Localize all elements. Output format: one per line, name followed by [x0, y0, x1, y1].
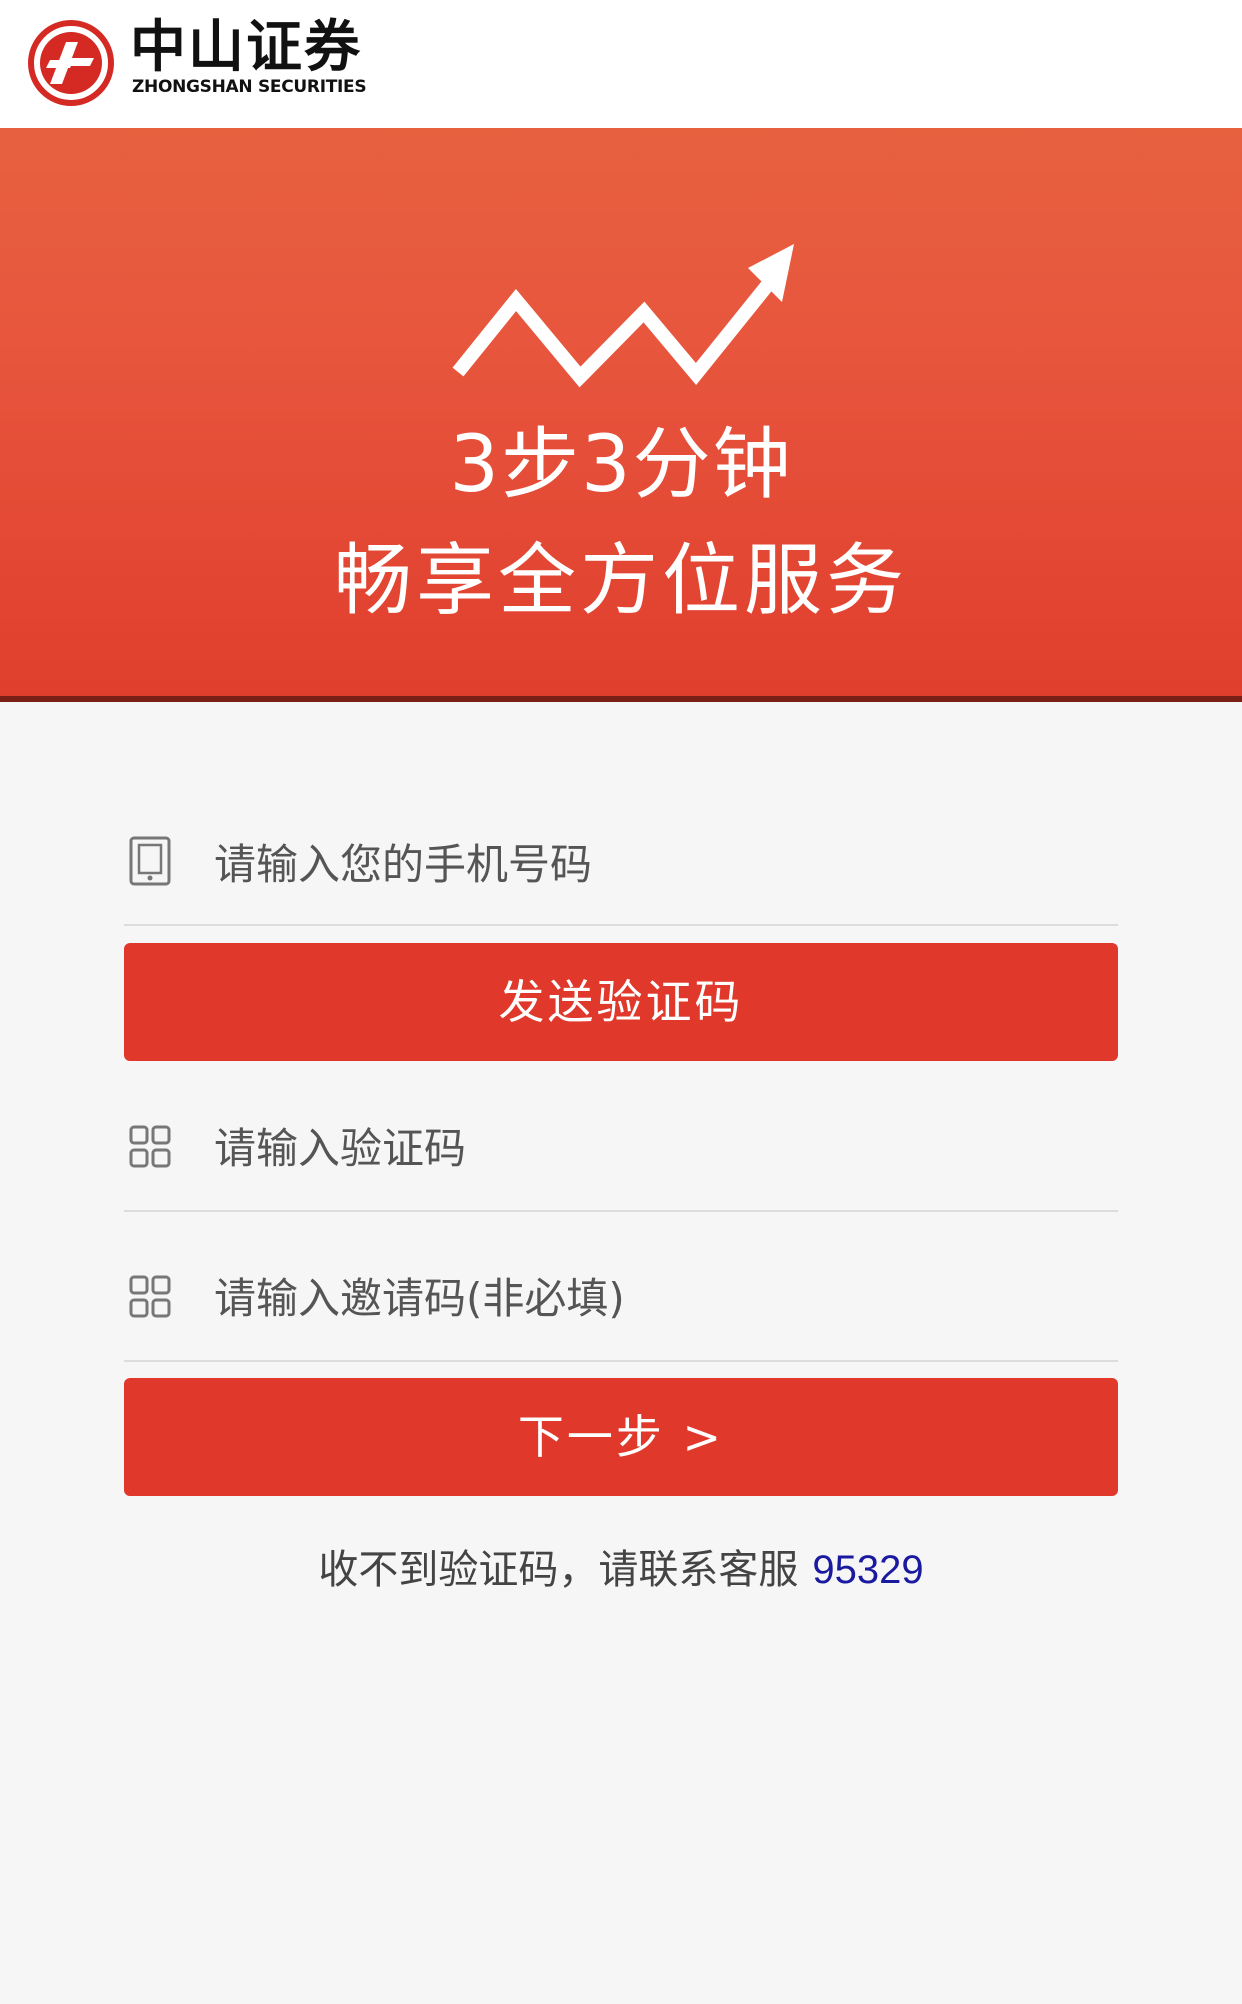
next-step-button[interactable]: 下一步 > — [124, 1378, 1118, 1496]
mobile-phone-icon — [129, 836, 171, 886]
support-note: 收不到验证码，请联系客服 95329 — [0, 1540, 1242, 1600]
send-code-button[interactable]: 发送验证码 — [124, 943, 1118, 1061]
grid-icon — [129, 1275, 171, 1318]
app-header: 中山证券 ZHONGSHAN SECURITIES — [0, 0, 1242, 128]
banner-headline: 3步3分钟 — [449, 420, 793, 510]
invite-code-field[interactable] — [124, 1210, 1118, 1362]
grid-icon — [129, 1125, 171, 1168]
phone-field[interactable] — [124, 810, 1118, 926]
banner-subheadline: 畅享全方位服务 — [333, 536, 908, 626]
banner-divider — [0, 696, 1242, 702]
invite-code-input[interactable] — [214, 1268, 1094, 1328]
verification-code-field[interactable] — [124, 1094, 1118, 1212]
verification-code-input[interactable] — [214, 1118, 1094, 1178]
logo-english-text: ZHONGSHAN SECURITIES — [132, 77, 367, 97]
support-phone-link[interactable]: 95329 — [812, 1548, 923, 1592]
logo-chinese-text: 中山证券 — [130, 15, 362, 80]
phone-input[interactable] — [214, 834, 1094, 894]
support-note-text: 收不到验证码，请联系客服 — [318, 1547, 799, 1593]
trend-arrow-icon — [452, 244, 794, 388]
zhongshan-logo-icon — [28, 20, 114, 106]
